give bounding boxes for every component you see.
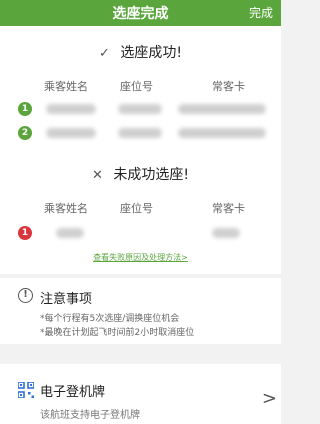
- blurred-name: [56, 228, 84, 238]
- col-frequent-flyer: 常客卡: [212, 202, 245, 215]
- success-row: 2: [0, 124, 281, 142]
- boarding-pass-subtitle: 该航班支持电子登机牌: [40, 410, 140, 421]
- row-index-badge: 1: [18, 102, 32, 116]
- col-frequent-flyer: 常客卡: [212, 80, 245, 93]
- qr-code-icon: [18, 382, 34, 398]
- notice-title: 注意事项: [40, 292, 93, 307]
- notice-section: ! 注意事项 *每个行程有5次选座/调换座位机会 *最晚在计划起飞时间前2小时取…: [0, 278, 281, 344]
- check-icon: ✓: [99, 46, 110, 61]
- notice-line: *最晚在计划起飞时间前2小时取消座位: [40, 328, 195, 338]
- col-seat-number: 座位号: [120, 202, 153, 215]
- notice-line: *每个行程有5次选座/调换座位机会: [40, 314, 180, 324]
- blurred-card: [178, 128, 266, 138]
- done-button[interactable]: 完成: [249, 4, 273, 21]
- row-index-badge: 1: [18, 226, 32, 240]
- cross-icon: ✕: [92, 168, 103, 183]
- seat-result-card: ✓ 选座成功! 乘客姓名 座位号 常客卡 1 2 ✕ 未成功选座! 乘客姓名 座…: [0, 26, 281, 274]
- col-seat-number: 座位号: [120, 80, 153, 93]
- page-title: 选座完成: [112, 6, 169, 22]
- e-boarding-pass-entry[interactable]: 电子登机牌 该航班支持电子登机牌 >: [0, 364, 281, 424]
- success-row: 1: [0, 100, 281, 118]
- blurred-name: [46, 104, 96, 114]
- failure-row: 1: [0, 224, 281, 242]
- failure-reason-link[interactable]: 查看失败原因及处理方法>: [0, 252, 281, 263]
- blurred-seat: [118, 128, 162, 138]
- chevron-right-icon: >: [261, 388, 277, 409]
- boarding-pass-title: 电子登机牌: [40, 385, 106, 400]
- success-section-title: ✓ 选座成功!: [0, 42, 281, 62]
- seat-selection-page: 选座完成 完成 ✓ 选座成功! 乘客姓名 座位号 常客卡 1 2 ✕ 未成功选座…: [0, 0, 281, 424]
- info-icon: !: [18, 288, 33, 303]
- blurred-card: [212, 228, 240, 238]
- failure-title-text: 未成功选座!: [113, 167, 189, 183]
- success-title-text: 选座成功!: [120, 45, 182, 61]
- col-passenger-name: 乘客姓名: [44, 202, 88, 215]
- failure-section-title: ✕ 未成功选座!: [0, 164, 281, 184]
- blurred-card: [178, 104, 266, 114]
- row-index-badge: 2: [18, 126, 32, 140]
- col-passenger-name: 乘客姓名: [44, 80, 88, 93]
- blurred-seat: [118, 104, 162, 114]
- blurred-name: [46, 128, 96, 138]
- nav-bar: 选座完成 完成: [0, 0, 281, 26]
